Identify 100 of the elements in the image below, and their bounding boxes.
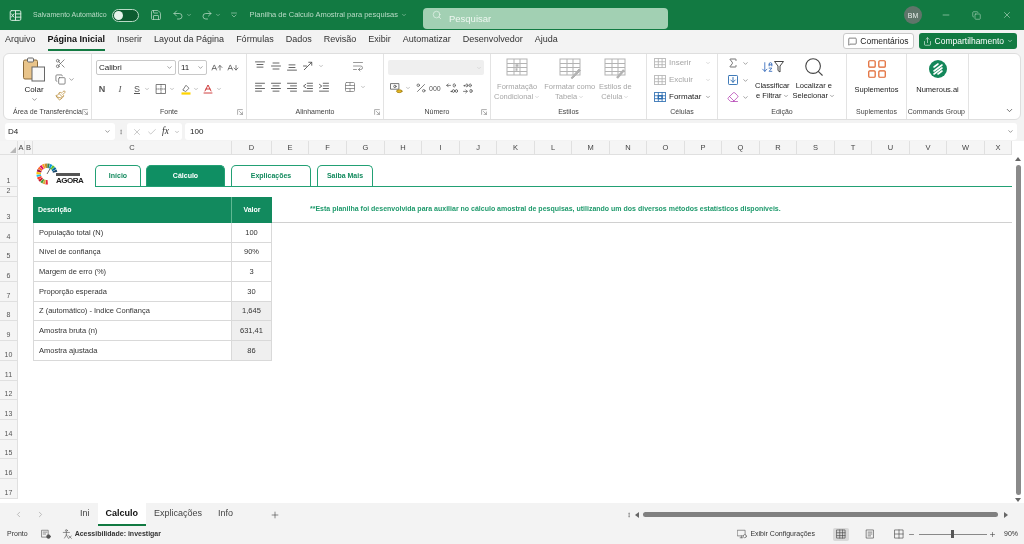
caret-icon	[705, 94, 711, 100]
align-right-icon[interactable]	[286, 81, 298, 93]
orientation-icon[interactable]	[302, 60, 314, 72]
share-button[interactable]: Compartilhamento	[918, 33, 1017, 49]
sheet-tab[interactable]: Explicações	[146, 503, 211, 526]
font-name-field[interactable]: Calibri	[96, 60, 176, 75]
fill-down-icon[interactable]	[727, 74, 739, 86]
menu-tab[interactable]: Dados	[285, 31, 312, 51]
menu-tab[interactable]: Fórmulas	[236, 31, 274, 51]
vertical-scrollbar-thumb[interactable]	[1015, 165, 1021, 495]
italic-button[interactable]: I	[114, 84, 126, 94]
copy-icon[interactable]	[55, 74, 66, 85]
font-size-field[interactable]: 11	[178, 60, 207, 75]
align-middle-icon[interactable]	[270, 60, 282, 72]
eraser-icon[interactable]	[727, 91, 739, 103]
redo-icon[interactable]	[200, 9, 213, 21]
menu-tab[interactable]: Página Inicial	[47, 31, 106, 51]
menu-tab[interactable]: Automatizar	[402, 31, 451, 51]
undo-icon[interactable]	[171, 9, 184, 21]
name-box[interactable]: D4	[5, 123, 115, 140]
color-wheel-icon	[36, 163, 58, 185]
caret-icon	[742, 93, 749, 101]
merge-cells-icon[interactable]	[344, 81, 356, 93]
caret-icon	[144, 86, 150, 92]
autosave-toggle[interactable]	[111, 8, 139, 22]
horizontal-scrollbar-thumb[interactable]	[643, 512, 998, 517]
scroll-up-icon[interactable]	[1015, 157, 1021, 161]
format-painter-icon[interactable]	[55, 90, 66, 101]
caret-icon	[318, 63, 324, 69]
menu-tab[interactable]: Arquivo	[5, 31, 36, 51]
scroll-left-icon[interactable]	[635, 511, 639, 518]
close-icon[interactable]	[1002, 10, 1012, 20]
normal-view-button[interactable]	[833, 527, 849, 541]
menu-tab[interactable]: Exibir	[368, 31, 391, 51]
dialog-launcher-icon[interactable]	[374, 109, 380, 115]
caret-icon	[623, 94, 630, 100]
zoom-slider[interactable]	[919, 530, 987, 538]
add-sheet-icon[interactable]	[270, 509, 281, 520]
collapse-ribbon-icon[interactable]	[1005, 106, 1014, 115]
caret-icon	[193, 86, 199, 92]
increase-indent-icon[interactable]	[318, 81, 330, 93]
scroll-right-icon[interactable]	[1004, 511, 1008, 518]
accessibility-icon[interactable]	[61, 529, 72, 539]
fill-color-icon[interactable]	[180, 83, 192, 95]
grow-font-icon[interactable]	[211, 61, 223, 74]
search-field[interactable]: Pesquisar	[422, 7, 668, 29]
underline-button[interactable]: S	[131, 84, 143, 94]
customize-toolbar-icon[interactable]	[229, 11, 238, 19]
sheet-tab[interactable]: Calculo	[97, 503, 147, 526]
format-as-table-icon	[558, 58, 581, 79]
caret-icon	[169, 86, 175, 92]
sheet-tab[interactable]: Info	[210, 503, 242, 526]
dialog-launcher-icon[interactable]	[481, 109, 487, 115]
insert-function-button[interactable]: fx	[162, 126, 169, 137]
percent-icon[interactable]	[415, 82, 427, 94]
caret-icon	[197, 64, 204, 71]
align-center-icon[interactable]	[270, 81, 282, 93]
cell-styles-icon	[604, 58, 627, 79]
select-all-icon[interactable]	[10, 147, 16, 153]
save-icon[interactable]	[149, 9, 162, 21]
clipboard-icon	[22, 57, 46, 82]
dialog-launcher-icon[interactable]	[237, 109, 243, 115]
page-break-view-button[interactable]	[891, 527, 907, 541]
caret-icon	[1007, 128, 1014, 135]
caret-icon	[216, 86, 222, 92]
align-left-icon[interactable]	[254, 81, 266, 93]
accounting-format-icon[interactable]	[390, 82, 403, 94]
search-icon	[431, 10, 442, 20]
logo-bar	[56, 173, 80, 176]
scroll-down-icon[interactable]	[1015, 498, 1021, 502]
borders-icon[interactable]	[155, 83, 167, 95]
restore-icon[interactable]	[972, 10, 981, 20]
menu-tab[interactable]: Layout da Página	[154, 31, 225, 51]
menu-tab[interactable]: Ajuda	[534, 31, 558, 51]
share-icon	[922, 36, 932, 46]
zoom-slider-thumb[interactable]	[950, 530, 954, 538]
macro-recording-icon[interactable]	[40, 529, 51, 539]
sum-icon[interactable]	[727, 57, 739, 69]
logo-text: AGORA	[56, 177, 84, 185]
increase-decimal-icon[interactable]	[445, 82, 458, 94]
decrease-decimal-icon[interactable]	[461, 82, 474, 94]
bold-button[interactable]: N	[96, 84, 108, 94]
paste-button[interactable]: Colar	[16, 57, 52, 103]
menu-tab[interactable]: Revisão	[323, 31, 357, 51]
caret-icon	[104, 128, 111, 135]
formula-field[interactable]: 100	[185, 123, 1017, 140]
zoom-in-icon[interactable]	[989, 530, 996, 538]
cut-icon[interactable]	[55, 58, 66, 69]
sheet-tab[interactable]: Ini	[72, 503, 98, 526]
caret-icon	[405, 85, 411, 91]
menu-tab[interactable]: Inserir	[117, 31, 143, 51]
dialog-launcher-icon[interactable]	[82, 109, 88, 115]
shrink-font-icon[interactable]	[227, 61, 239, 74]
wrap-text-icon[interactable]	[352, 60, 364, 72]
decrease-indent-icon[interactable]	[302, 81, 314, 93]
format-cells-button[interactable]: Formatar	[654, 90, 711, 104]
menu-tab[interactable]: Desenvolvedor	[462, 31, 523, 51]
caret-icon	[742, 76, 749, 84]
comments-button[interactable]: Comentários	[843, 33, 914, 49]
font-color-icon[interactable]	[202, 83, 214, 95]
